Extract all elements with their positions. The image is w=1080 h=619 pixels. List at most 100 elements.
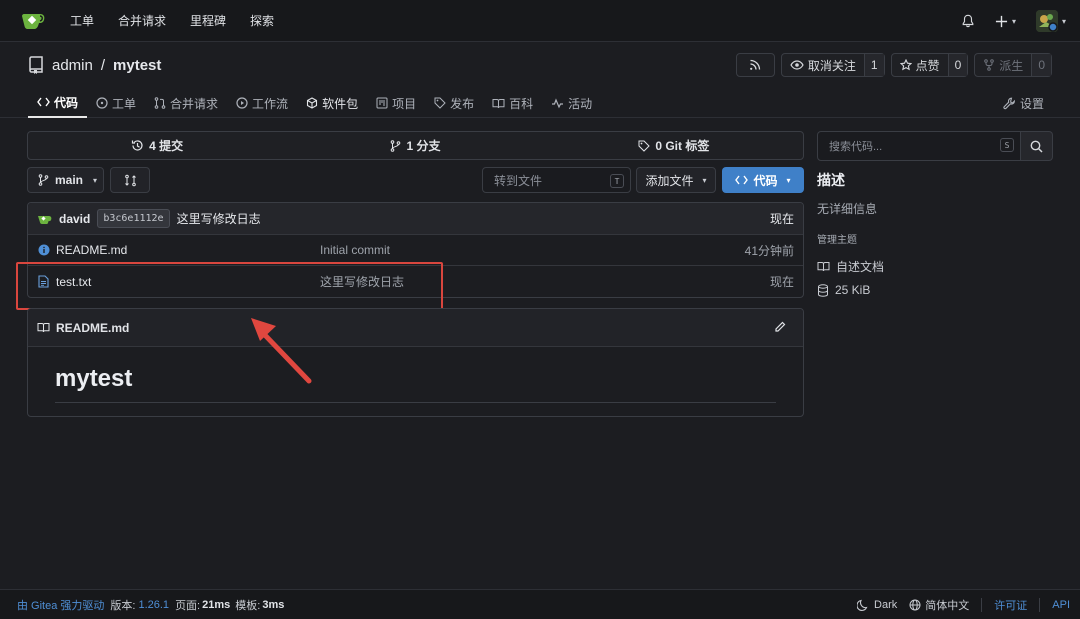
fork-button[interactable]: 派生 0	[974, 53, 1052, 77]
rss-button[interactable]	[735, 53, 775, 77]
star-label: 点赞	[915, 58, 940, 73]
top-navbar: 工单 合并请求 里程碑 探索 ▾ ▾	[0, 0, 1080, 42]
tab-settings[interactable]: 设置	[1003, 88, 1044, 118]
eye-icon	[790, 60, 804, 70]
tab-pulls-label: 合并请求	[170, 96, 219, 111]
tab-issues-label: 工单	[112, 96, 137, 111]
readme-link[interactable]: 自述文档	[817, 258, 1053, 275]
repo-sidebar: 描述 无详细信息 管理主题 自述文档 25 KiB	[817, 170, 1053, 297]
repo-size: 25 KiB	[817, 283, 1053, 297]
nav-milestones[interactable]: 里程碑	[190, 12, 226, 29]
add-file-button[interactable]: 添加文件 ▾	[636, 167, 716, 193]
commit-author-link[interactable]: david	[59, 212, 90, 226]
search-button[interactable]	[1021, 131, 1053, 161]
file-name-link[interactable]: README.md	[56, 243, 127, 257]
code-search-input[interactable]: 搜索代码... S	[817, 131, 1021, 161]
readme-filename[interactable]: README.md	[56, 321, 129, 335]
tab-issues[interactable]: 工单	[87, 88, 145, 118]
star-count[interactable]: 0	[947, 54, 968, 76]
search-shortcut-key: S	[1000, 138, 1014, 152]
goto-file-input[interactable]: 转到文件 T	[482, 167, 631, 193]
globe-icon	[909, 599, 921, 611]
tab-releases-label: 发布	[450, 96, 475, 111]
tags-label: 0 Git 标签	[655, 139, 710, 153]
annotation-arrow	[251, 318, 312, 384]
gitea-logo[interactable]	[20, 11, 46, 31]
repo-title: admin / mytest	[28, 56, 161, 74]
tab-projects[interactable]: 项目	[367, 88, 425, 118]
nav-issues[interactable]: 工单	[70, 12, 94, 29]
description-title: 描述	[817, 172, 845, 188]
user-menu[interactable]: ▾	[1035, 10, 1066, 32]
pull-request-icon	[154, 97, 166, 109]
branch-selector[interactable]: main ▾	[27, 167, 104, 193]
page-footer: 由 Gitea 强力驱动 版本: 1.26.1 页面: 21ms 模板: 3ms…	[0, 589, 1080, 619]
repo-toolbar: main ▾ 转到文件 T 添加文件 ▾ 代码 ▾	[27, 167, 804, 193]
license-link[interactable]: 许可证	[994, 597, 1027, 613]
search-icon	[1030, 140, 1043, 153]
tab-code[interactable]: 代码	[28, 88, 88, 118]
tab-actions[interactable]: 工作流	[227, 88, 297, 118]
repo-owner-link[interactable]: admin	[52, 57, 93, 74]
bell-icon[interactable]	[961, 14, 975, 28]
avatar	[1035, 10, 1058, 32]
tab-wiki[interactable]: 百科	[483, 88, 542, 118]
commits-link[interactable]: 4 提交	[28, 132, 286, 159]
tab-pulls[interactable]: 合并请求	[145, 88, 227, 118]
language-switch[interactable]: 简体中文	[909, 597, 969, 613]
fork-label: 派生	[999, 58, 1024, 73]
code-search: 搜索代码... S	[817, 131, 1053, 161]
repo-tabs: 代码 工单 合并请求 工作流 软件包 项目 发布 百科 活动	[28, 88, 601, 118]
readme-panel: README.md mytest	[27, 308, 804, 417]
template-time-label: 模板:	[235, 599, 261, 612]
tab-packages[interactable]: 软件包	[297, 88, 367, 118]
api-link[interactable]: API	[1052, 599, 1070, 611]
code-button-label: 代码	[753, 173, 778, 188]
info-icon	[38, 244, 50, 259]
compare-button[interactable]	[110, 167, 150, 193]
tab-actions-label: 工作流	[252, 96, 289, 111]
unwatch-label: 取消关注	[807, 58, 856, 73]
file-commit-time: 41分钟前	[744, 243, 794, 258]
project-icon	[376, 97, 388, 109]
readme-heading: mytest	[55, 365, 133, 392]
chevron-down-icon: ▾	[786, 175, 791, 185]
page-time-label: 页面:	[175, 599, 201, 612]
tag-icon	[434, 97, 446, 109]
unwatch-button[interactable]: 取消关注 1	[780, 53, 885, 77]
file-commit-message[interactable]: Initial commit	[320, 243, 390, 257]
branches-label: 1 分支	[406, 139, 441, 153]
branches-link[interactable]: 1 分支	[286, 132, 544, 159]
database-icon	[818, 283, 828, 297]
issue-icon	[96, 97, 108, 109]
pencil-icon[interactable]	[774, 321, 786, 336]
watch-count[interactable]: 1	[863, 54, 884, 76]
plus-icon	[995, 15, 1008, 27]
theme-switch[interactable]: Dark	[857, 599, 897, 611]
star-button[interactable]: 点赞 0	[890, 53, 969, 77]
manage-topics-link[interactable]: 管理主题	[817, 231, 1053, 246]
powered-by-link[interactable]: 由 Gitea 强力驱动	[17, 597, 104, 613]
version-value[interactable]: 1.26.1	[138, 599, 169, 611]
tab-activity[interactable]: 活动	[542, 88, 601, 118]
commit-sha-link[interactable]: b3c6e1112e	[97, 209, 170, 228]
chevron-down-icon: ▾	[93, 175, 98, 185]
tags-link[interactable]: 0 Git 标签	[545, 132, 803, 159]
repo-name-link[interactable]: mytest	[113, 57, 161, 74]
commit-message-link[interactable]: 这里写修改日志	[177, 210, 261, 227]
theme-label: Dark	[874, 599, 898, 611]
nav-pulls[interactable]: 合并请求	[118, 12, 166, 29]
version-label: 版本:	[110, 599, 136, 612]
fork-count[interactable]: 0	[1031, 54, 1051, 76]
tab-releases[interactable]: 发布	[425, 88, 483, 118]
chevron-down-icon: ▾	[1061, 16, 1066, 26]
nav-explore[interactable]: 探索	[250, 12, 274, 29]
tab-projects-label: 项目	[392, 96, 417, 111]
tab-activity-label: 活动	[568, 96, 593, 111]
repo-separator: /	[100, 56, 106, 74]
language-label: 简体中文	[925, 600, 970, 612]
branch-icon	[38, 174, 49, 186]
rss-icon	[750, 59, 761, 70]
create-menu[interactable]: ▾	[995, 15, 1016, 28]
clone-code-button[interactable]: 代码 ▾	[722, 167, 804, 193]
